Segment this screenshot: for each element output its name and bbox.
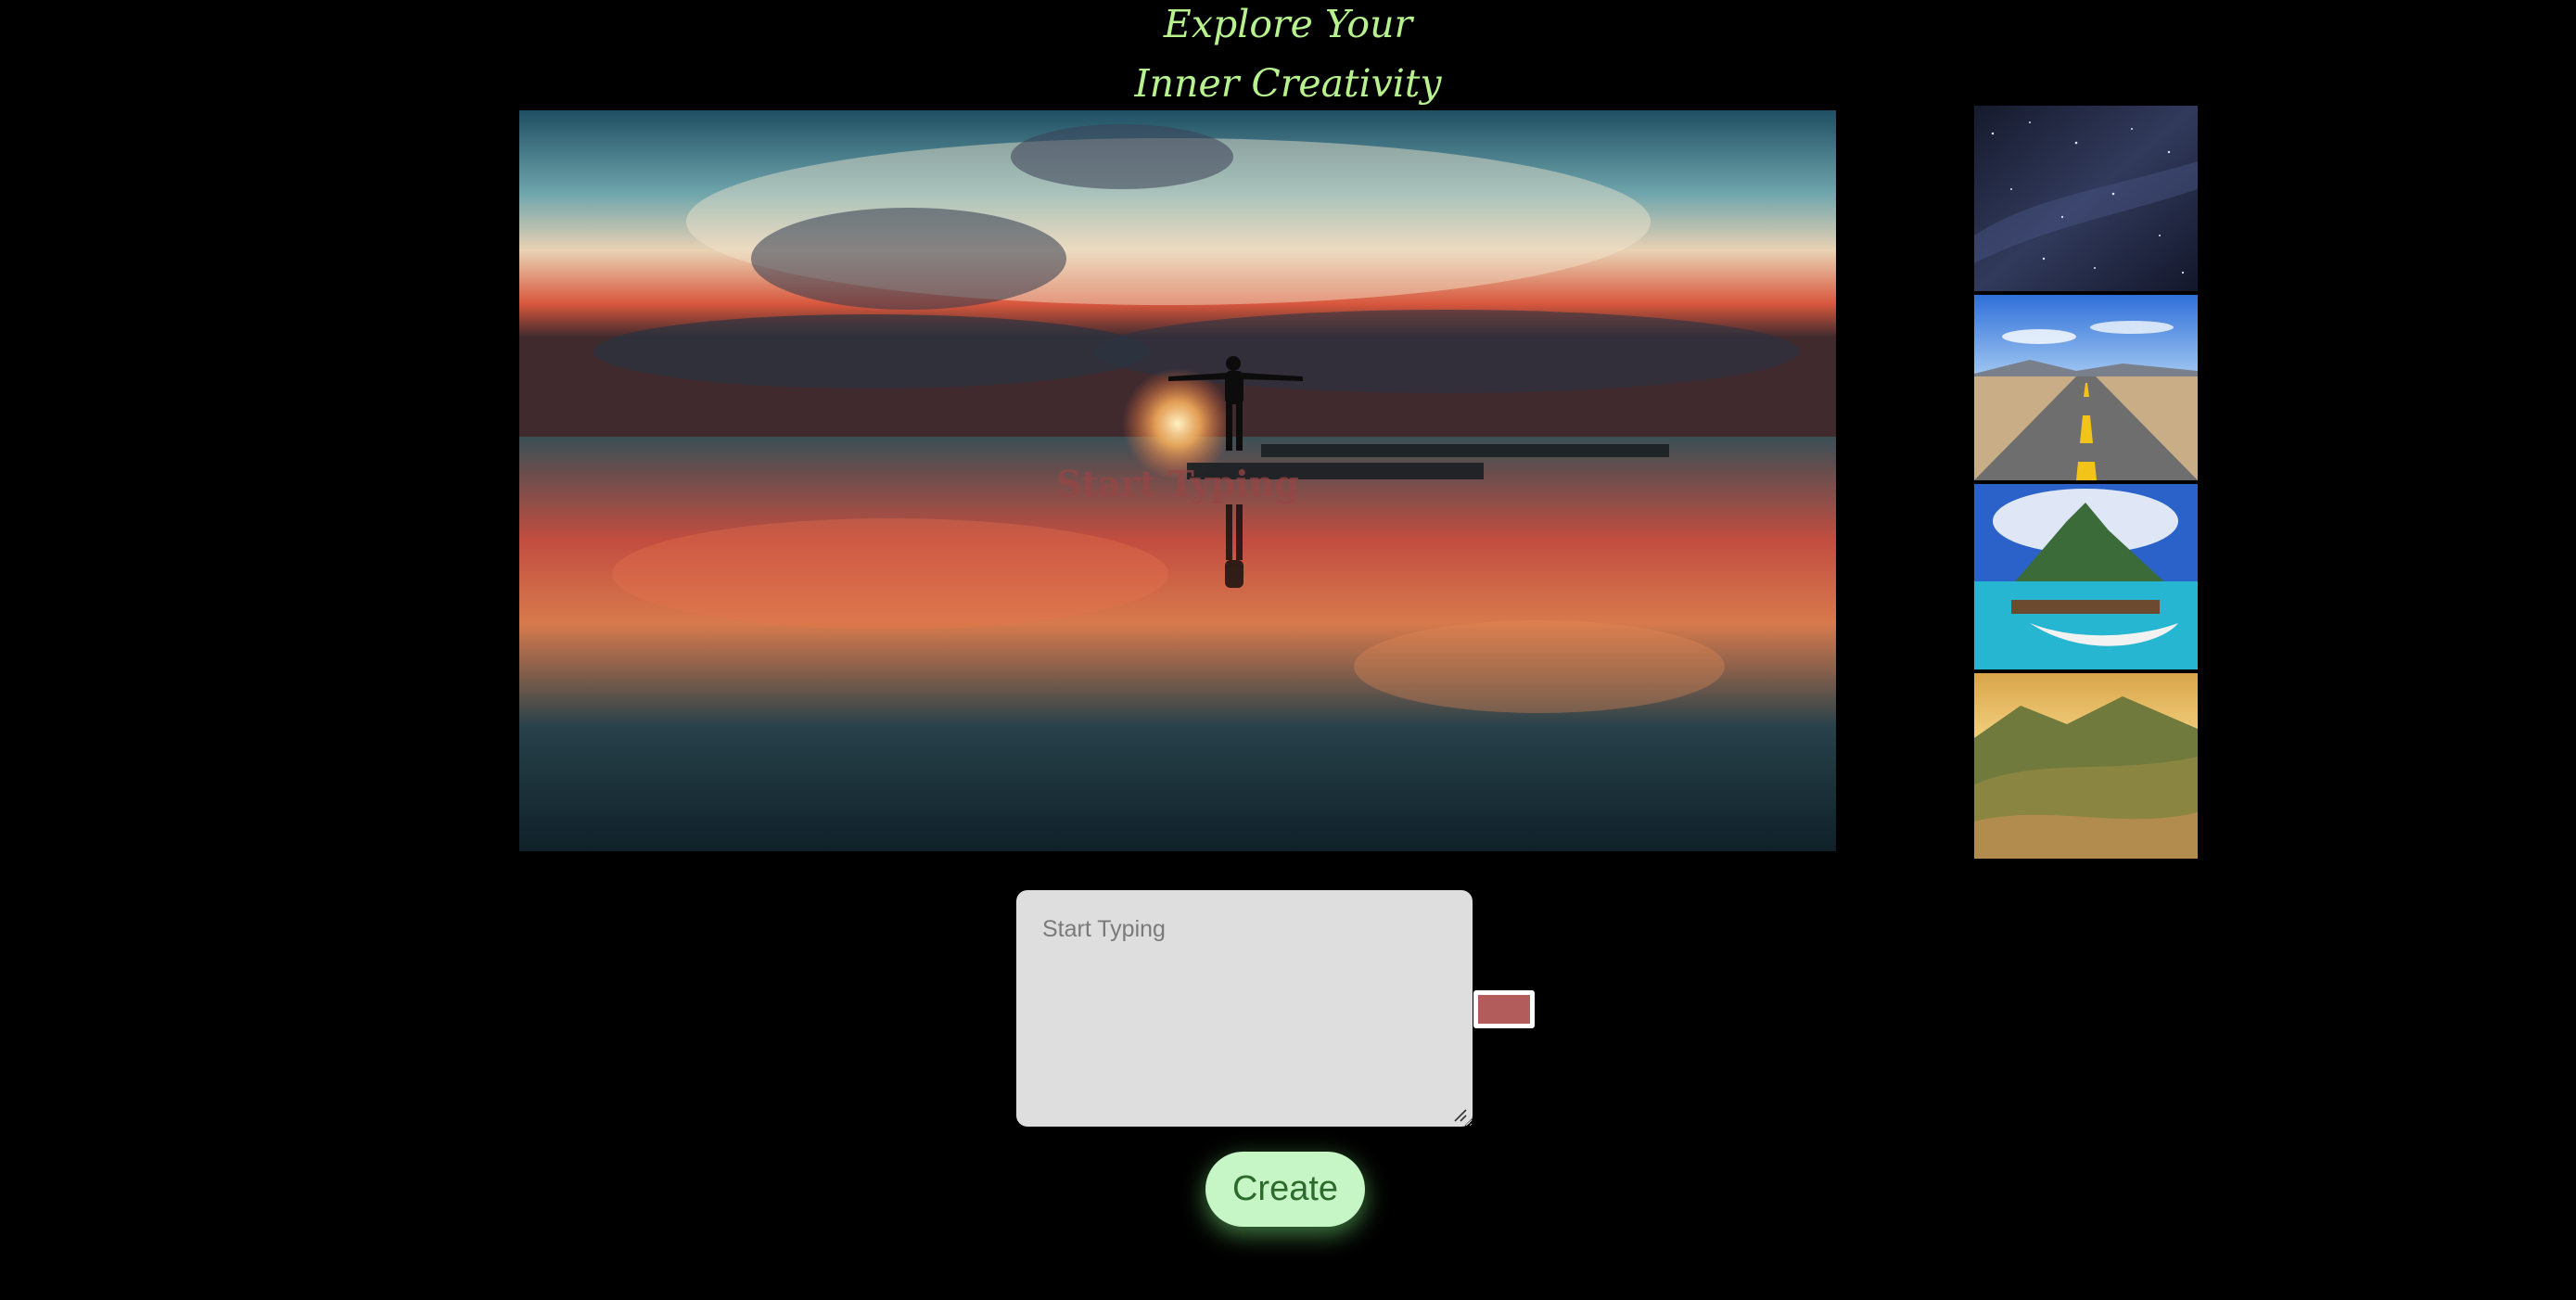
create-button[interactable]: Create bbox=[1205, 1152, 1365, 1227]
main-preview-image: Start Typing bbox=[519, 110, 1836, 851]
thumbnail-tropical-island[interactable] bbox=[1974, 484, 2198, 669]
thumbnail-list bbox=[1974, 106, 2198, 862]
resize-handle-icon[interactable] bbox=[1452, 1107, 1467, 1122]
title-line-1: Explore Your bbox=[1163, 2, 1413, 46]
text-color-picker[interactable] bbox=[1473, 990, 1535, 1028]
thumbnail-mountain-valley[interactable] bbox=[1974, 673, 2198, 859]
thumbnail-desert-road[interactable] bbox=[1974, 295, 2198, 480]
page-title: Explore Your Inner Creativity bbox=[0, 0, 2576, 113]
text-input[interactable] bbox=[1016, 890, 1473, 1127]
thumbnail-starry-night[interactable] bbox=[1974, 106, 2198, 291]
title-line-2: Inner Creativity bbox=[1134, 61, 1442, 106]
preview-overlay-text: Start Typing bbox=[1056, 463, 1299, 504]
